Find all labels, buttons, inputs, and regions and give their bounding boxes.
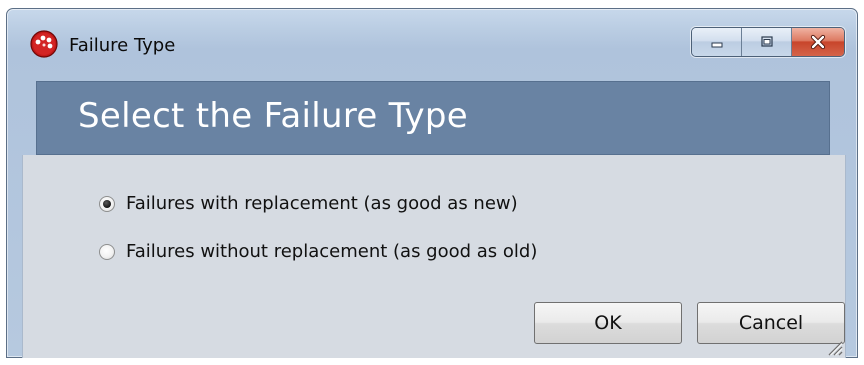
option-with-replacement[interactable]: Failures with replacement (as good as ne…	[99, 193, 518, 214]
ok-button[interactable]: OK	[534, 302, 682, 344]
dialog-body: Failures with replacement (as good as ne…	[22, 155, 846, 358]
failure-type-dialog: Failure Type Select the Failure Type Fai…	[6, 8, 858, 358]
radio-button[interactable]	[99, 243, 115, 260]
app-red-icon	[30, 30, 58, 58]
radio-dot-icon	[103, 199, 111, 208]
close-icon	[810, 34, 826, 50]
resize-grip-icon[interactable]	[823, 336, 843, 356]
page-title: Select the Failure Type	[78, 96, 468, 136]
close-button[interactable]	[792, 28, 844, 56]
minimize-icon	[711, 42, 722, 48]
option-label: Failures with replacement (as good as ne…	[126, 193, 518, 214]
maximize-icon	[760, 36, 773, 47]
option-label: Failures without replacement (as good as…	[126, 241, 538, 262]
window-controls	[691, 27, 845, 57]
radio-button-selected[interactable]	[99, 195, 115, 212]
window-title: Failure Type	[69, 35, 176, 56]
title-bar[interactable]: Failure Type	[7, 9, 857, 75]
maximize-button[interactable]	[742, 28, 792, 56]
minimize-button[interactable]	[692, 28, 742, 56]
header-banner: Select the Failure Type	[36, 81, 830, 155]
option-without-replacement[interactable]: Failures without replacement (as good as…	[99, 241, 537, 262]
